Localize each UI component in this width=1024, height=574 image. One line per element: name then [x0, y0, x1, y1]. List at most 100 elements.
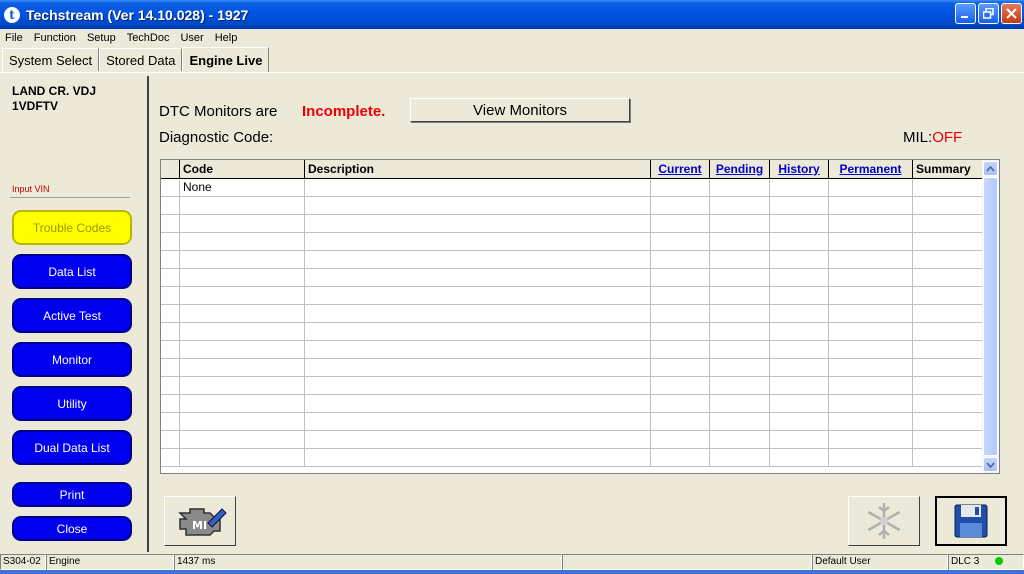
monitor-button[interactable]: Monitor: [12, 342, 132, 377]
table-row[interactable]: [161, 395, 983, 413]
table-cell: [913, 215, 983, 232]
restore-button[interactable]: [978, 3, 999, 24]
scroll-thumb[interactable]: [983, 177, 998, 456]
column-history[interactable]: History: [770, 160, 829, 178]
row-selector[interactable]: [161, 251, 180, 268]
minimize-button[interactable]: [955, 3, 976, 24]
menu-function[interactable]: Function: [29, 32, 82, 44]
row-selector[interactable]: [161, 395, 180, 412]
status-system: Engine: [46, 554, 174, 570]
row-selector[interactable]: [161, 269, 180, 286]
table-row[interactable]: [161, 359, 983, 377]
row-selector[interactable]: [161, 233, 180, 250]
tab-stored-data[interactable]: Stored Data: [99, 48, 183, 71]
menu-techdoc[interactable]: TechDoc: [122, 32, 176, 44]
table-cell: [770, 323, 829, 340]
row-selector[interactable]: [161, 341, 180, 358]
table-cell: [651, 305, 710, 322]
table-cell: [829, 377, 913, 394]
row-selector[interactable]: [161, 413, 180, 430]
input-vin-link[interactable]: Input VIN: [12, 184, 50, 194]
table-cell: [305, 359, 651, 376]
scroll-down-button[interactable]: [983, 457, 998, 472]
table-row[interactable]: [161, 251, 983, 269]
row-selector[interactable]: [161, 431, 180, 448]
table-row[interactable]: [161, 215, 983, 233]
table-row[interactable]: [161, 323, 983, 341]
tab-strip: System Select Stored Data Engine Live: [2, 47, 270, 72]
status-bar: S304-02 Engine 1437 ms Default User DLC …: [0, 554, 1024, 570]
active-test-button[interactable]: Active Test: [12, 298, 132, 333]
table-row[interactable]: [161, 413, 983, 431]
row-selector[interactable]: [161, 197, 180, 214]
table-cell: [180, 287, 305, 304]
table-row[interactable]: [161, 269, 983, 287]
close-button[interactable]: Close: [12, 516, 132, 541]
mil-value: OFF: [932, 129, 963, 146]
table-row[interactable]: [161, 341, 983, 359]
freeze-frame-button[interactable]: [848, 496, 920, 546]
table-row[interactable]: [161, 233, 983, 251]
table-cell: [829, 287, 913, 304]
scroll-up-button[interactable]: [983, 161, 998, 176]
table-cell: [180, 215, 305, 232]
column-description[interactable]: Description: [305, 160, 651, 178]
print-button[interactable]: Print: [12, 482, 132, 507]
row-selector[interactable]: [161, 179, 180, 196]
table-row[interactable]: [161, 449, 983, 467]
table-cell: [913, 341, 983, 358]
table-cell: [913, 305, 983, 322]
row-selector[interactable]: [161, 215, 180, 232]
menu-user[interactable]: User: [175, 32, 209, 44]
close-window-button[interactable]: [1001, 3, 1022, 24]
view-monitors-button[interactable]: View Monitors: [410, 98, 630, 122]
row-selector[interactable]: [161, 377, 180, 394]
table-cell: [305, 179, 651, 196]
menu-help[interactable]: Help: [210, 32, 244, 44]
column-summary[interactable]: Summary: [913, 160, 983, 178]
table-cell: [829, 197, 913, 214]
trouble-codes-button[interactable]: Trouble Codes: [12, 210, 132, 245]
table-row[interactable]: [161, 377, 983, 395]
table-cell: [710, 215, 770, 232]
table-row[interactable]: [161, 287, 983, 305]
row-selector[interactable]: [161, 305, 180, 322]
table-cell: [913, 197, 983, 214]
divider: [10, 197, 130, 198]
engine-mil-icon: MI: [178, 508, 227, 536]
table-row[interactable]: [161, 305, 983, 323]
column-code[interactable]: Code: [180, 160, 305, 178]
mil-engine-button[interactable]: MI: [164, 496, 236, 546]
row-selector[interactable]: [161, 323, 180, 340]
row-selector[interactable]: [161, 359, 180, 376]
dual-data-list-button[interactable]: Dual Data List: [12, 430, 132, 465]
row-selector[interactable]: [161, 287, 180, 304]
table-cell: [651, 341, 710, 358]
table-cell: [305, 197, 651, 214]
table-cell: [305, 449, 651, 466]
utility-button[interactable]: Utility: [12, 386, 132, 421]
table-cell: [770, 413, 829, 430]
tab-engine-live[interactable]: Engine Live: [182, 47, 270, 72]
table-cell: [710, 305, 770, 322]
table-cell: [710, 251, 770, 268]
column-permanent[interactable]: Permanent: [829, 160, 913, 178]
row-selector[interactable]: [161, 449, 180, 466]
dlc-label: DLC 3: [951, 556, 980, 567]
column-current[interactable]: Current: [651, 160, 710, 178]
table-row[interactable]: None: [161, 179, 983, 197]
menu-file[interactable]: File: [0, 32, 29, 44]
table-cell: [180, 269, 305, 286]
table-cell: [305, 413, 651, 430]
dtc-monitors-label: DTC Monitors are: [159, 103, 278, 120]
table-row[interactable]: [161, 431, 983, 449]
vertical-scrollbar[interactable]: [982, 160, 999, 473]
data-list-button[interactable]: Data List: [12, 254, 132, 289]
tab-system-select[interactable]: System Select: [2, 48, 100, 71]
minimize-icon: [961, 16, 968, 18]
menu-setup[interactable]: Setup: [82, 32, 122, 44]
save-button[interactable]: [935, 496, 1007, 546]
table-row[interactable]: [161, 197, 983, 215]
table-cell: [770, 179, 829, 196]
column-pending[interactable]: Pending: [710, 160, 770, 178]
